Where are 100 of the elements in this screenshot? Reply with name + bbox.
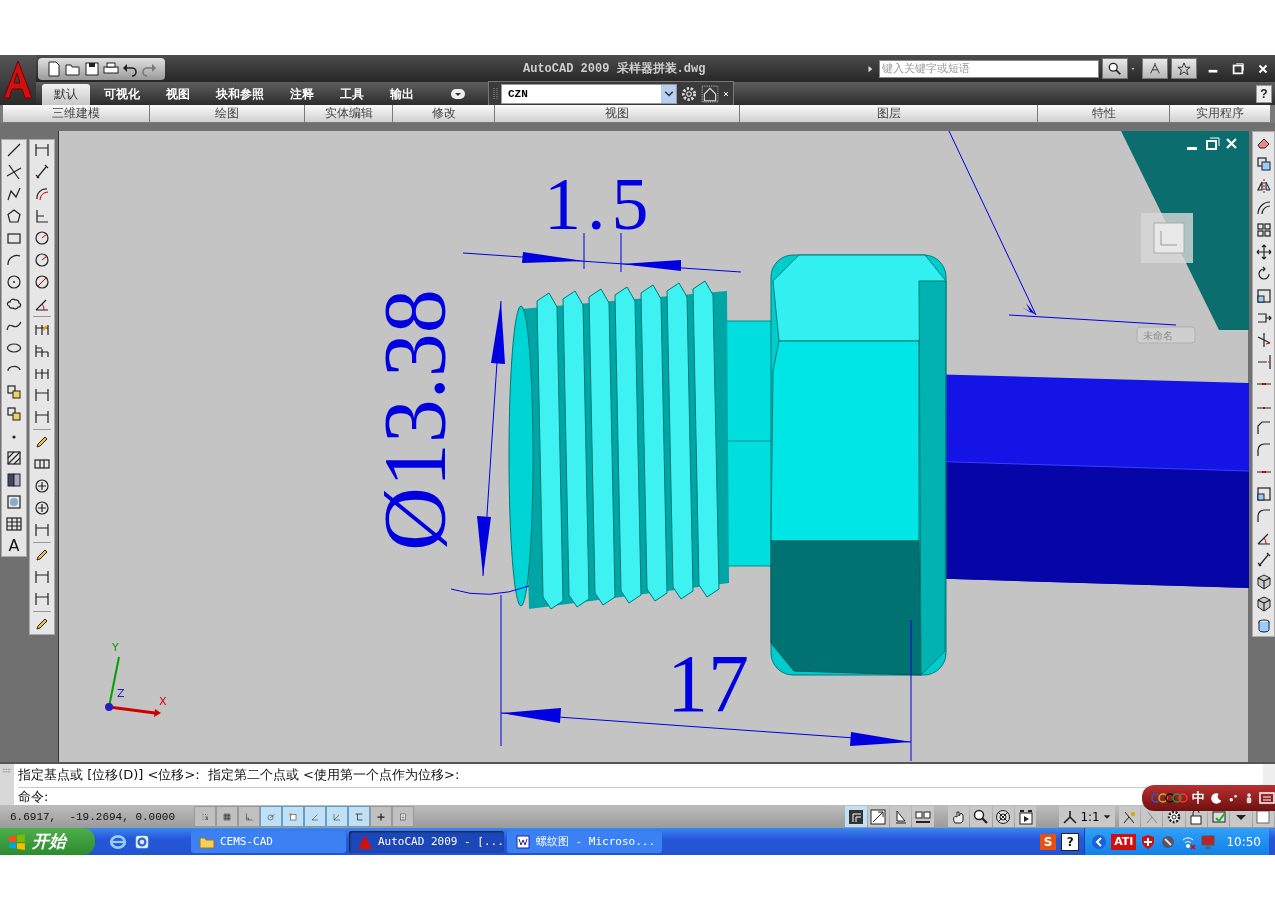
block-icon[interactable] — [6, 384, 22, 400]
ribbon-tab[interactable]: 可视化 — [92, 84, 152, 105]
minimize-icon[interactable] — [1186, 147, 1197, 150]
cylinder-icon[interactable] — [1255, 618, 1272, 634]
otrack-toggle[interactable] — [304, 806, 327, 827]
xline-icon[interactable] — [6, 164, 22, 180]
panel-title[interactable]: 特性 — [1038, 105, 1169, 122]
annotation-scale-button[interactable]: 1:1 — [1059, 806, 1115, 827]
array-icon[interactable] — [1255, 222, 1272, 238]
ribbon-tab[interactable]: 视图 — [154, 84, 202, 105]
close-icon[interactable] — [1225, 137, 1238, 150]
panel-title[interactable]: 实体编辑 — [305, 105, 392, 122]
line-icon[interactable] — [6, 142, 22, 158]
app-icon[interactable] — [133, 832, 151, 851]
search-field[interactable]: 键入关键字或短语 — [879, 59, 1099, 78]
autocad-logo-icon[interactable] — [3, 60, 33, 100]
linear-dimension-icon[interactable] — [34, 522, 50, 538]
input-mode-toggle[interactable]: 中 — [1192, 789, 1205, 807]
lock-icon[interactable] — [1188, 808, 1205, 825]
ducs-toggle[interactable] — [326, 806, 349, 827]
chevron-icon[interactable] — [1091, 833, 1108, 850]
text-tool[interactable]: A — [8, 538, 20, 554]
grid-toggle[interactable] — [216, 806, 239, 827]
chamfer-icon[interactable] — [1255, 420, 1272, 436]
trim-icon[interactable] — [1255, 332, 1272, 348]
aligned-dimension-icon[interactable] — [1255, 552, 1272, 568]
tray-icon[interactable]: S — [1040, 833, 1057, 850]
moon-icon[interactable] — [1209, 791, 1223, 805]
panel-title[interactable]: 三维建模 — [3, 105, 149, 122]
close-icon[interactable] — [722, 89, 730, 98]
cube-icon[interactable] — [1255, 596, 1272, 612]
house-icon[interactable] — [701, 84, 719, 103]
linear-dimension-icon[interactable] — [34, 387, 50, 403]
help-button[interactable]: ? — [1256, 84, 1272, 103]
ribbon-tab[interactable]: 工具 — [328, 84, 376, 105]
scale-icon[interactable] — [1255, 288, 1272, 304]
cube-icon[interactable] — [1255, 574, 1272, 590]
center-mark-icon[interactable] — [34, 478, 50, 494]
taskbar-button[interactable]: AutoCAD 2009 - [... — [349, 830, 504, 853]
snap-toggle[interactable] — [194, 806, 217, 827]
zoom-icon[interactable] — [973, 808, 990, 825]
block-icon[interactable] — [6, 406, 22, 422]
favorites-button[interactable] — [1171, 58, 1197, 79]
tray-icon[interactable]: ? — [1061, 832, 1080, 851]
panel-title[interactable]: 视图 — [495, 105, 739, 122]
offset-icon[interactable] — [1255, 200, 1272, 216]
extend-icon[interactable] — [1255, 354, 1272, 370]
arc-dimension-icon[interactable] — [34, 186, 50, 202]
stretch-icon[interactable] — [1255, 310, 1272, 326]
page-icon[interactable] — [46, 60, 62, 77]
pencil-icon[interactable] — [34, 616, 50, 632]
aligned-dimension-icon[interactable] — [34, 164, 50, 180]
shield-icon[interactable] — [1140, 833, 1157, 850]
layout-grid-icon[interactable] — [870, 808, 887, 825]
osnap-toggle[interactable] — [282, 806, 305, 827]
hatch-icon[interactable] — [6, 450, 22, 466]
linear-dimension-icon[interactable] — [34, 142, 50, 158]
qp-toggle[interactable] — [392, 806, 415, 827]
taskbar-button[interactable]: CEMS-CAD — [191, 830, 346, 853]
rotate-icon[interactable] — [1255, 266, 1272, 282]
polyline-icon[interactable] — [6, 186, 22, 202]
steering-wheel-icon[interactable] — [995, 808, 1012, 825]
linear-dimension-icon[interactable] — [34, 591, 50, 607]
toolbar-check-icon[interactable] — [1210, 808, 1227, 825]
gradient-icon[interactable] — [6, 472, 22, 488]
rectangle-icon[interactable] — [6, 230, 22, 246]
communication-button[interactable] — [1142, 58, 1168, 79]
copy-icon[interactable] — [1255, 156, 1272, 172]
printer-icon[interactable] — [103, 60, 119, 77]
ribbon-tab[interactable]: 块和参照 — [204, 84, 276, 105]
showmotion-icon[interactable] — [1017, 808, 1034, 825]
gear-icon[interactable] — [680, 84, 698, 103]
search-button[interactable] — [1102, 58, 1128, 79]
restore-icon[interactable] — [1205, 137, 1220, 150]
ribbon-tab[interactable]: 输出 — [378, 84, 426, 105]
pan-icon[interactable] — [950, 808, 967, 825]
diameter-dimension-icon[interactable] — [34, 274, 50, 290]
table-icon[interactable] — [6, 516, 22, 532]
model-space-icon[interactable] — [848, 808, 864, 825]
monitor-icon[interactable] — [1200, 833, 1217, 850]
radius-dimension-icon[interactable] — [34, 252, 50, 268]
panel-title[interactable]: 绘图 — [150, 105, 304, 122]
scale-icon[interactable] — [1255, 486, 1272, 502]
arc-icon[interactable] — [6, 252, 22, 268]
radius-dimension-icon[interactable] — [34, 230, 50, 246]
taskbar-button[interactable]: 螺纹图 - Microso... — [507, 830, 662, 853]
quick-view-icon[interactable] — [914, 808, 931, 825]
cloud-icon[interactable] — [6, 296, 22, 312]
ordinate-dimension-icon[interactable] — [34, 208, 50, 224]
panel-title[interactable]: 实用程序 — [1170, 105, 1270, 122]
linear-dimension-icon[interactable] — [34, 409, 50, 425]
fillet-icon[interactable] — [1255, 508, 1272, 524]
fillet-icon[interactable] — [1255, 442, 1272, 458]
tolerance-icon[interactable] — [34, 456, 50, 472]
pencil-icon[interactable] — [34, 434, 50, 450]
workspace-dropdown[interactable]: CZN — [501, 83, 677, 104]
ortho-toggle[interactable] — [238, 806, 261, 827]
polar-toggle[interactable] — [260, 806, 283, 827]
lwt-toggle[interactable] — [370, 806, 393, 827]
mirror-icon[interactable] — [1255, 178, 1272, 194]
